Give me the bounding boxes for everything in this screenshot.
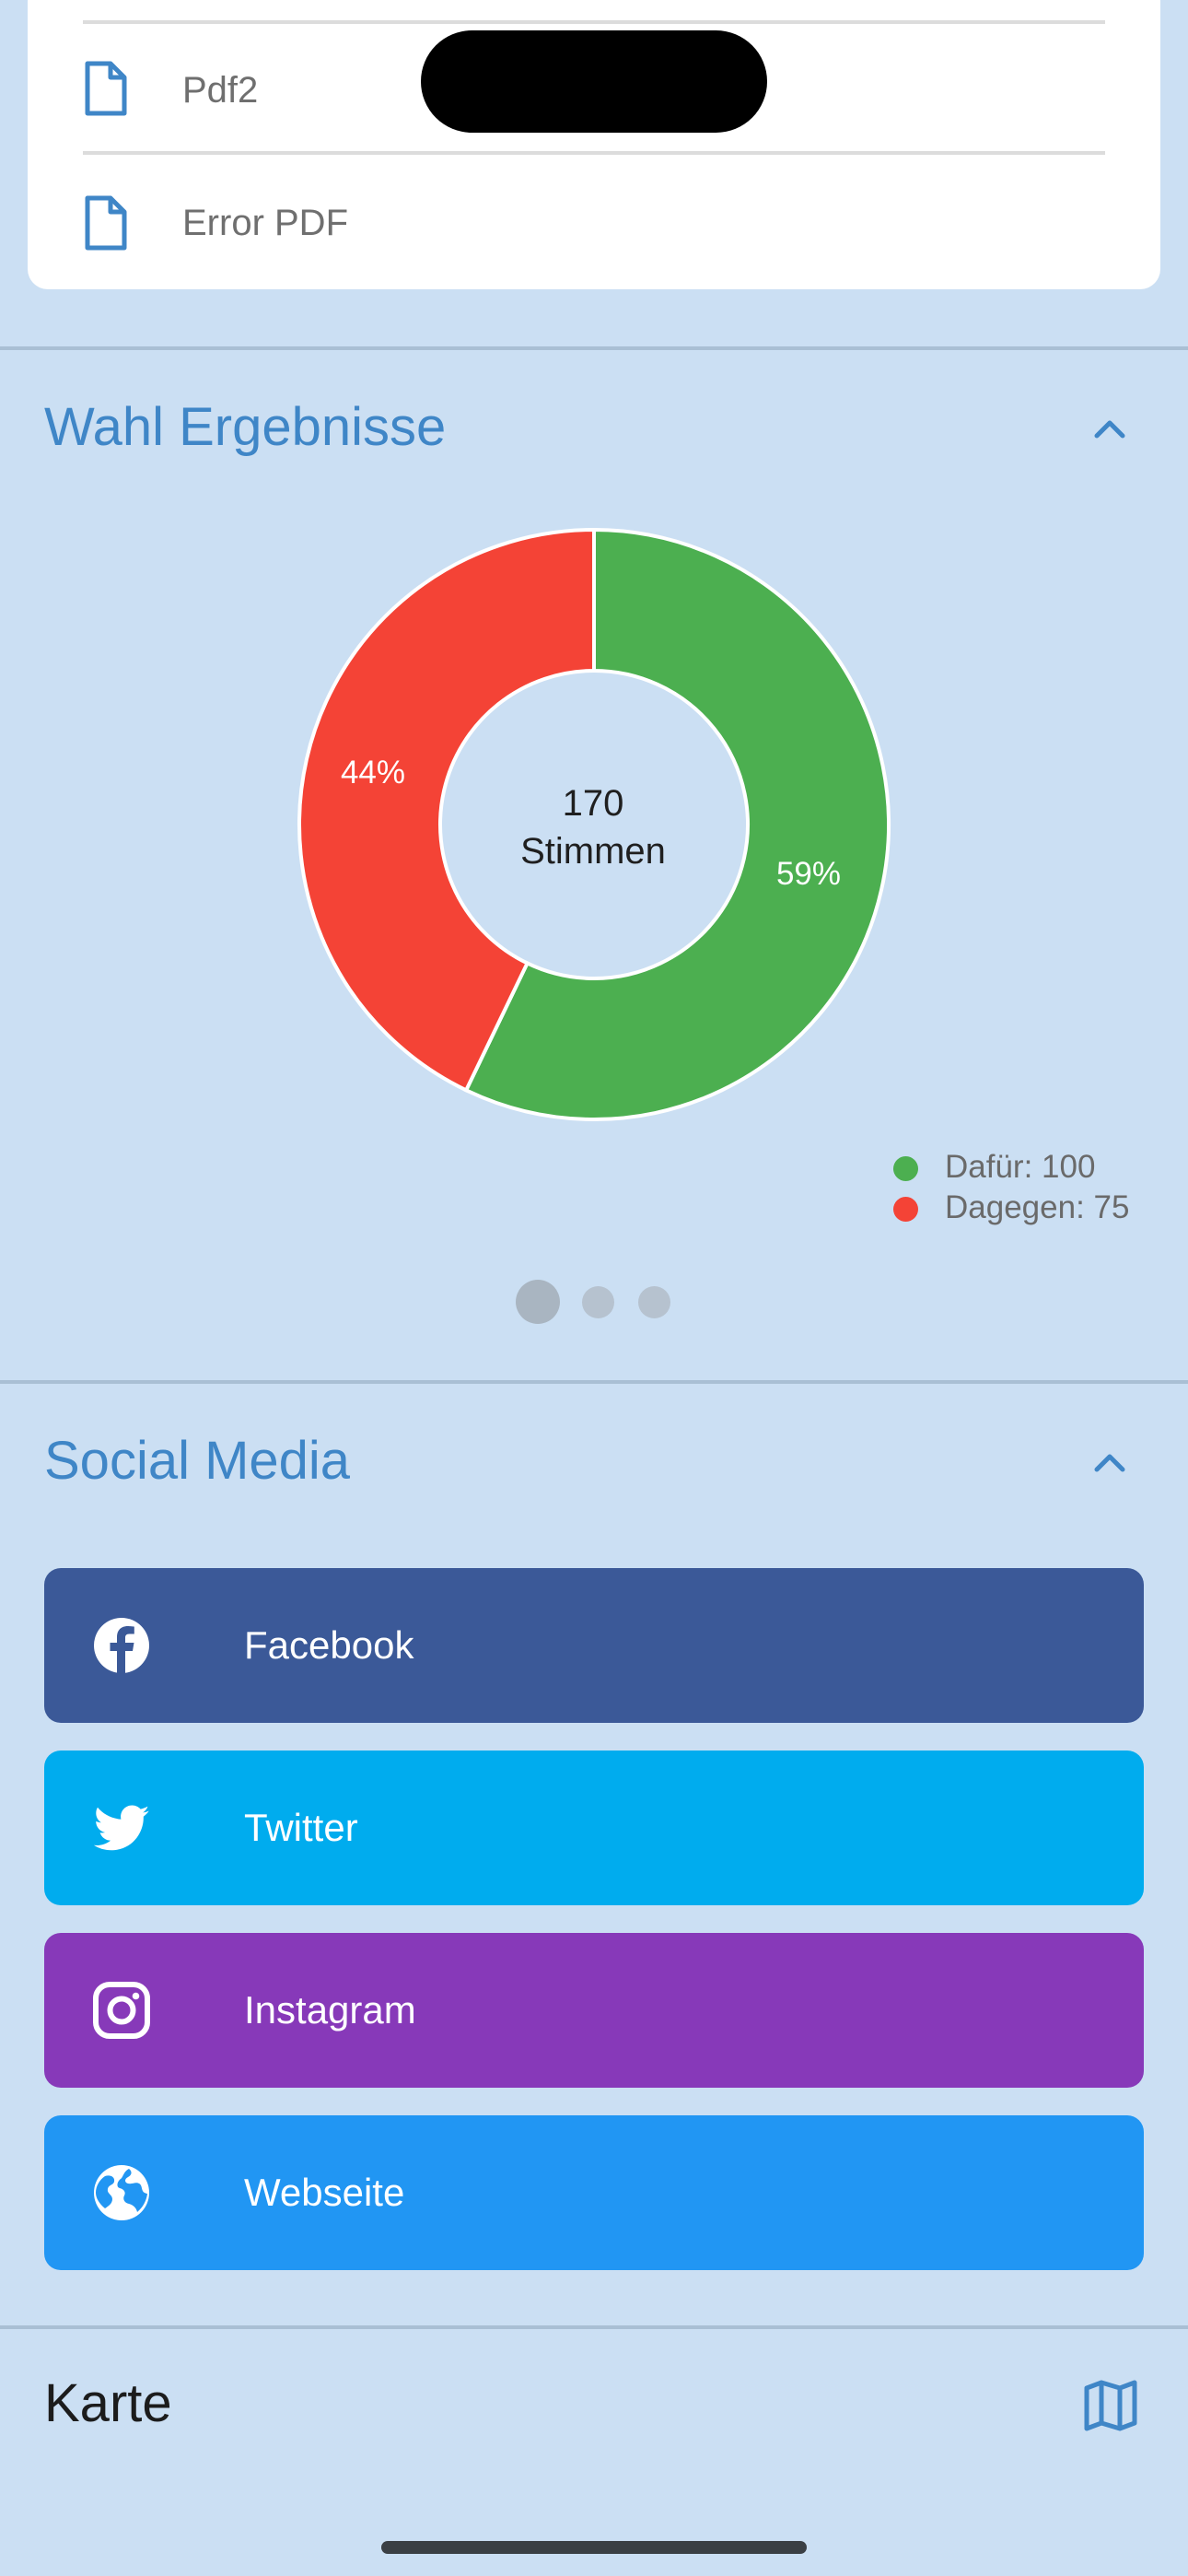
document-label: Error PDF [182,203,348,243]
twitter-button[interactable]: Twitter [44,1751,1144,1905]
instagram-button[interactable]: Instagram [44,1933,1144,2088]
donut-center-unit: Stimmen [520,831,666,872]
page-dot-active[interactable] [516,1280,560,1324]
facebook-icon [94,1618,149,1673]
legend-dot-green [893,1156,918,1181]
twitter-label: Twitter [244,1806,358,1849]
page-dot[interactable] [638,1286,670,1318]
donut-center-count: 170 [563,783,624,824]
slice-label-dagegen: 44% [341,755,405,790]
page-dot[interactable] [582,1286,614,1318]
map-section-title: Karte [44,2373,172,2433]
results-section-title: Wahl Ergebnisse [44,397,447,457]
legend-item-dagegen: Dagegen: 75 [893,1188,1160,1228]
home-indicator [381,2541,807,2554]
legend-item-dafuer: Dafür: 100 [893,1147,1160,1188]
social-section-title: Social Media [44,1431,351,1491]
instagram-icon [93,1982,150,2039]
results-donut-chart: 59% 44% 170 Stimmen [297,527,891,1121]
website-button[interactable]: Webseite [44,2115,1144,2270]
map-icon[interactable] [1084,2379,1137,2432]
twitter-icon [93,1805,149,1851]
chart-slices [297,527,891,1121]
section-divider [0,1380,1188,1384]
section-divider [0,346,1188,350]
legend-label: Dafür: 100 [945,1149,1096,1185]
camera-notch [421,30,767,133]
website-label: Webseite [244,2171,405,2214]
instagram-label: Instagram [244,1988,416,2032]
legend-label: Dagegen: 75 [945,1189,1130,1225]
collapse-results-icon[interactable] [1091,411,1128,448]
facebook-button[interactable]: Facebook [44,1568,1144,1723]
chart-legend: Dafür: 100 Dagegen: 75 [893,1147,1160,1228]
document-item-error-pdf[interactable]: Error PDF [28,155,1160,284]
slice-label-dafuer: 59% [776,856,841,892]
collapse-social-icon[interactable] [1091,1445,1128,1481]
globe-icon [94,2165,149,2220]
file-icon [85,61,127,116]
file-icon [85,195,127,251]
legend-dot-red [893,1197,918,1222]
facebook-label: Facebook [244,1623,414,1667]
document-label: Pdf2 [182,70,259,111]
section-divider [0,2325,1188,2329]
